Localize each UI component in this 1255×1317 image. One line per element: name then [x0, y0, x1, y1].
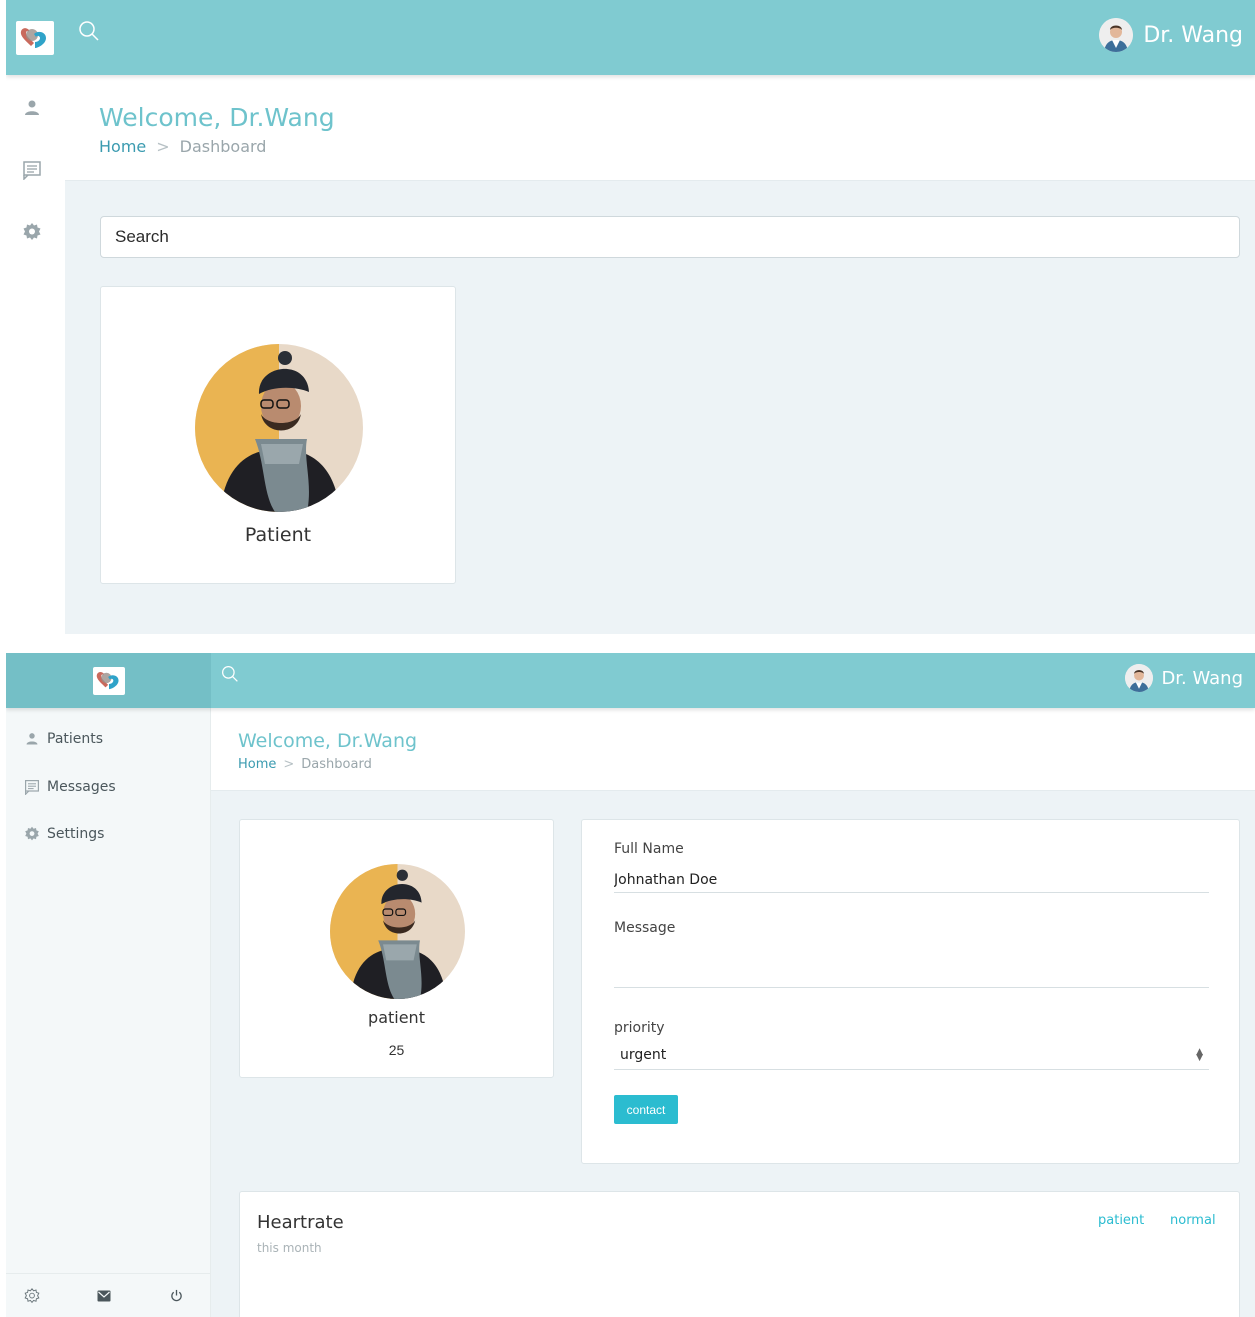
- chart-subtitle: this month: [257, 1241, 322, 1255]
- legend-item-patient[interactable]: patient: [1098, 1213, 1144, 1228]
- select-arrows-icon: ▲ ▼: [1196, 1046, 1203, 1063]
- sidebar-item-label: Messages: [47, 779, 116, 795]
- search-icon: [79, 21, 99, 41]
- page-title: Welcome, Dr.Wang: [99, 103, 335, 132]
- contact-button[interactable]: contact: [614, 1095, 678, 1124]
- sidebar-rail: [6, 75, 65, 634]
- heart-logo-icon: [96, 671, 119, 690]
- app-logo[interactable]: [92, 666, 125, 695]
- top-bar: Dr. Wang: [6, 0, 1255, 75]
- header-search-button[interactable]: [78, 20, 100, 42]
- welcome-header: Welcome, Dr.Wang Home > Dashboard: [65, 75, 1255, 181]
- user-name: Dr. Wang: [1161, 667, 1243, 689]
- sidebar-item-label: Patients: [47, 731, 104, 747]
- message-icon: [23, 161, 41, 180]
- breadcrumb: Home > Dashboard: [99, 137, 266, 156]
- heartrate-chart-card: Heartrate this month patient normal: [239, 1191, 1240, 1317]
- patient-profile-card: patient 25: [239, 819, 554, 1078]
- breadcrumb-separator: >: [283, 757, 295, 772]
- full-name-label: Full Name: [614, 841, 684, 857]
- footer-settings-button[interactable]: [22, 1286, 42, 1306]
- heart-logo-icon: [20, 27, 46, 48]
- sidebar-item-patients[interactable]: Patients: [23, 730, 103, 748]
- logo-area[interactable]: [6, 653, 211, 708]
- search-input[interactable]: [100, 216, 1240, 258]
- sidebar-item-label: Settings: [47, 826, 105, 842]
- patient-name: patient: [368, 1008, 425, 1027]
- message-label: Message: [614, 920, 676, 936]
- welcome-header: Welcome, Dr.Wang Home > Dashboard: [211, 708, 1255, 791]
- gear-icon: [23, 223, 41, 240]
- doctor-avatar: [1099, 18, 1134, 52]
- breadcrumb-current: Dashboard: [179, 137, 267, 156]
- mail-icon: [97, 1290, 111, 1301]
- settings-outline-icon: [24, 1287, 40, 1303]
- search-icon: [222, 666, 238, 682]
- header-search-button[interactable]: [221, 665, 239, 683]
- app-logo[interactable]: [16, 20, 54, 55]
- gear-icon: [23, 825, 41, 843]
- sidebar-item-messages[interactable]: [21, 159, 43, 181]
- message-icon: [23, 778, 41, 796]
- breadcrumb-separator: >: [156, 137, 170, 156]
- priority-label: priority: [614, 1020, 665, 1036]
- doctor-avatar-icon: [1099, 18, 1134, 52]
- person-icon: [23, 730, 41, 748]
- patient-photo: [195, 344, 363, 512]
- user-name: Dr. Wang: [1143, 22, 1243, 48]
- breadcrumb: Home > Dashboard: [238, 757, 372, 772]
- doctor-avatar-icon: [1125, 664, 1154, 692]
- logo-area[interactable]: [6, 0, 64, 75]
- sidebar-footer: [6, 1273, 210, 1317]
- doctor-avatar: [1125, 664, 1154, 692]
- sidebar-item-messages[interactable]: Messages: [23, 778, 116, 796]
- full-name-field[interactable]: [614, 867, 1209, 893]
- legend-item-normal[interactable]: normal: [1170, 1213, 1216, 1228]
- footer-logout-button[interactable]: [166, 1286, 186, 1306]
- priority-selected-value: urgent: [620, 1046, 667, 1063]
- power-icon: [170, 1289, 182, 1302]
- person-icon: [25, 100, 39, 115]
- sidebar-item-settings[interactable]: [21, 221, 43, 243]
- user-menu[interactable]: Dr. Wang: [1099, 18, 1243, 52]
- breadcrumb-current: Dashboard: [301, 757, 372, 772]
- patient-card-label: Patient: [244, 524, 312, 546]
- contact-form-card: Full Name Message priority urgent ▲▼ con…: [581, 819, 1240, 1164]
- sidebar-item-settings[interactable]: Settings: [23, 825, 104, 843]
- dashboard-collapsed-view: Dr. Wang Welcome, Dr.Wang Home > Dashboa…: [6, 0, 1255, 634]
- patient-card[interactable]: Patient: [100, 286, 456, 584]
- top-bar: Dr. Wang: [6, 653, 1255, 708]
- patient-photo: [330, 864, 465, 999]
- message-field[interactable]: [614, 944, 1209, 988]
- sidebar: Patients Messages Settings: [6, 708, 211, 1317]
- patient-detail-view: Dr. Wang Patients Messages Settings Welc…: [6, 653, 1255, 1317]
- chart-title: Heartrate: [257, 1212, 344, 1233]
- priority-select[interactable]: urgent ▲ ▼: [614, 1040, 1209, 1070]
- sidebar-item-patients[interactable]: [21, 97, 43, 119]
- patient-age: 25: [388, 1042, 405, 1058]
- breadcrumb-home-link[interactable]: Home: [238, 757, 276, 772]
- breadcrumb-home-link[interactable]: Home: [99, 137, 146, 156]
- user-menu[interactable]: Dr. Wang: [1125, 664, 1243, 692]
- page-title: Welcome, Dr.Wang: [238, 730, 418, 752]
- footer-mail-button[interactable]: [94, 1286, 114, 1306]
